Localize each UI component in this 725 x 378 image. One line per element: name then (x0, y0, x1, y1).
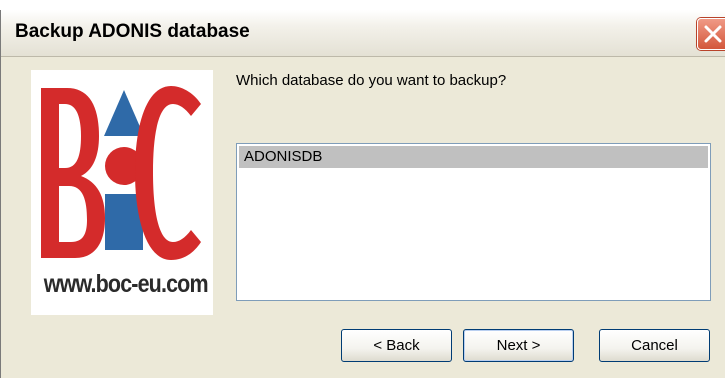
boc-logo-graphic (41, 86, 201, 260)
cancel-button[interactable]: Cancel (599, 329, 710, 362)
window-title: Backup ADONIS database (15, 21, 250, 42)
next-button[interactable]: Next > (463, 329, 574, 362)
close-button[interactable] (697, 18, 725, 50)
back-button[interactable]: < Back (341, 329, 452, 362)
backup-prompt: Which database do you want to backup? (236, 72, 507, 89)
title-bar[interactable]: Backup ADONIS database (1, 10, 725, 57)
logo-url-text: www.boc-eu.com (43, 270, 209, 298)
close-icon (704, 25, 722, 43)
boc-logo: www.boc-eu.com (31, 70, 213, 315)
backup-dialog: Backup ADONIS database www.boc-eu.com Wh… (0, 10, 725, 378)
list-item[interactable]: ADONISDB (239, 146, 708, 168)
database-listbox[interactable]: ADONISDB (236, 143, 711, 301)
